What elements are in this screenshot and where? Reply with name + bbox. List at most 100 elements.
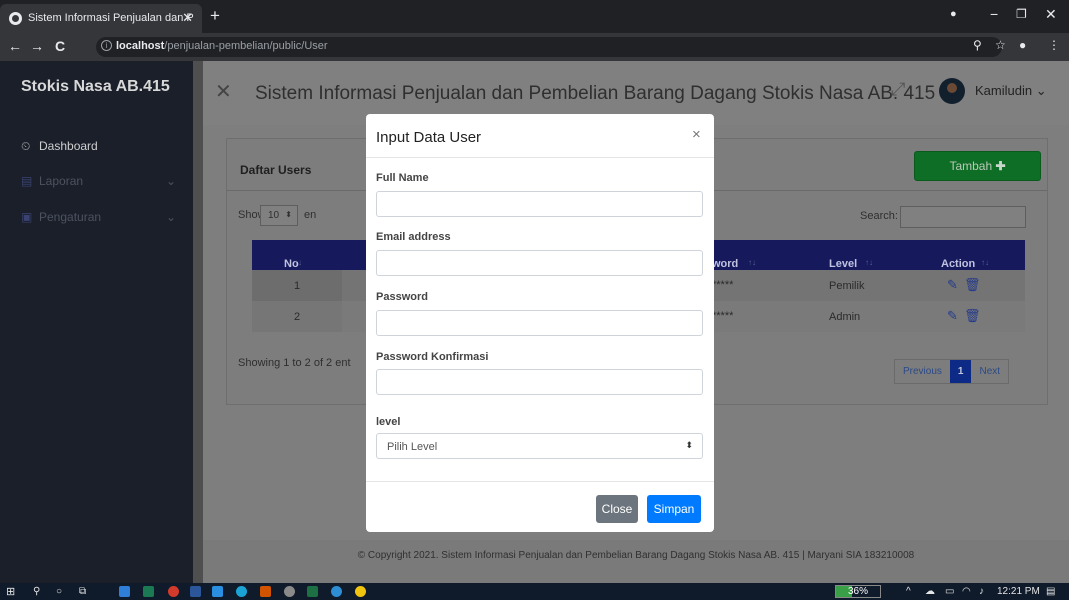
url-path: /penjualan-pembelian/public/User — [164, 40, 328, 52]
profile-menu-icon[interactable]: ● — [950, 8, 957, 20]
word-icon[interactable] — [190, 586, 201, 597]
cortana-icon[interactable]: ○ — [56, 586, 62, 597]
taskbar: ⊞ ⚲ ○ ⧉ 36% ^ ☁ ▭ ◠ ♪ 12:21 PM ▤ — [0, 583, 1069, 600]
settings-icon: ▣ — [21, 210, 33, 224]
email-label: Email address — [376, 231, 451, 243]
sidebar: Stokis Nasa AB.415 ⏲ Dashboard ▤ Laporan ⌄… — [0, 61, 193, 583]
windows-start-icon[interactable]: ⊞ — [6, 585, 15, 598]
add-user-button[interactable]: Tambah ✚ — [914, 151, 1041, 181]
sidebar-item-pengaturan[interactable]: ▣ Pengaturan ⌄ — [21, 210, 181, 224]
globe-icon — [9, 12, 22, 25]
level-selected: Pilih Level — [387, 441, 438, 453]
save-button[interactable]: Simpan — [647, 495, 701, 523]
url-host: localhost — [116, 40, 165, 52]
url-input[interactable]: i localhost/penjualan-pembelian/public/U… — [96, 37, 1002, 57]
email-field[interactable] — [376, 250, 703, 276]
footer: © Copyright 2021. Sistem Informasi Penju… — [203, 540, 1069, 583]
password-field[interactable] — [376, 310, 703, 336]
pagination-next[interactable]: Next — [971, 360, 1008, 383]
chrome-icon[interactable] — [168, 586, 179, 597]
cell-level: Admin — [829, 311, 861, 323]
delete-icon[interactable]: 🗑 — [964, 277, 981, 293]
avatar[interactable] — [939, 78, 965, 104]
cell-no: 2 — [252, 301, 342, 332]
reload-icon[interactable]: C — [55, 38, 65, 54]
full-name-field[interactable] — [376, 191, 703, 217]
orange-app-icon[interactable] — [260, 586, 271, 597]
toggle-sidebar-icon[interactable]: ✕ — [215, 79, 232, 104]
pagination-previous[interactable]: Previous — [895, 360, 950, 383]
sidebar-item-dashboard[interactable]: ⏲ Dashboard — [21, 139, 98, 154]
password-label: Password — [376, 291, 428, 303]
pagination-page-1[interactable]: 1 — [949, 360, 972, 383]
app-icon[interactable] — [284, 586, 295, 597]
edit-icon[interactable]: ✎ — [947, 308, 958, 324]
yellow-app-icon[interactable] — [355, 586, 366, 597]
battery-indicator[interactable]: 36% — [835, 585, 881, 598]
menu-icon[interactable]: ⋮ — [1048, 38, 1060, 52]
edge-icon[interactable] — [236, 586, 247, 597]
info-icon[interactable]: i — [101, 40, 112, 51]
close-button[interactable]: Close — [596, 495, 638, 523]
address-bar: ← → C i localhost/penjualan-pembelian/pu… — [0, 33, 1069, 61]
search-icon[interactable]: ⚲ — [33, 586, 40, 597]
restore-icon[interactable]: ❐ — [1016, 7, 1027, 21]
vscode-icon[interactable] — [212, 586, 223, 597]
column-label: word — [712, 258, 739, 270]
pagination: Previous 1 Next — [894, 359, 1010, 384]
task-view-icon[interactable]: ⧉ — [79, 586, 86, 597]
sort-icon: ↑↓ — [865, 258, 873, 267]
window-close-icon[interactable]: ✕ — [1045, 6, 1057, 23]
new-tab-button[interactable]: + — [210, 6, 220, 26]
page-length-value: 10 — [268, 210, 280, 221]
sidebar-item-laporan[interactable]: ▤ Laporan ⌄ — [21, 174, 181, 188]
cell-level: Pemilik — [829, 280, 865, 292]
telegram-icon[interactable] — [331, 586, 342, 597]
select-arrows-icon: ⬍ — [285, 210, 292, 219]
chevron-down-icon: ⌄ — [166, 174, 177, 188]
display-icon[interactable]: ▭ — [945, 586, 954, 597]
password-confirm-label: Password Konfirmasi — [376, 351, 489, 363]
forward-icon[interactable]: → — [30, 38, 44, 54]
file-explorer-icon[interactable] — [143, 586, 154, 597]
tray-chevron-icon[interactable]: ^ — [906, 586, 911, 597]
zoom-icon[interactable]: ⚲ — [973, 38, 982, 52]
delete-icon[interactable]: 🗑 — [964, 308, 981, 324]
level-select[interactable]: Pilih Level ⬍ — [376, 433, 703, 459]
wifi-icon[interactable]: ◠ — [962, 586, 971, 597]
entries-label: en — [304, 209, 317, 221]
column-label: Level — [829, 258, 858, 270]
excel-icon[interactable] — [307, 586, 318, 597]
sort-icon: ↑↓ — [748, 258, 756, 267]
clock[interactable]: 12:21 PM — [997, 586, 1040, 597]
back-icon[interactable]: ← — [8, 38, 22, 54]
sidebar-item-label: Laporan — [39, 174, 84, 188]
fullscreen-icon[interactable]: ⤢ — [891, 79, 905, 100]
column-label: Action — [941, 258, 976, 270]
sort-icon: ↑↓ — [981, 258, 989, 267]
app-l-icon[interactable] — [119, 586, 130, 597]
tab-close-icon[interactable]: ✕ — [182, 10, 193, 26]
account-icon[interactable]: ● — [1019, 38, 1026, 52]
user-name: Kamiludin — [975, 83, 1033, 98]
modal-header: Input Data User × — [366, 114, 714, 158]
chevron-down-icon: ⌄ — [166, 210, 177, 224]
volume-icon[interactable]: ♪ — [979, 586, 984, 597]
brand: Stokis Nasa AB.415 — [21, 78, 170, 95]
notification-icon[interactable]: ▤ — [1046, 586, 1055, 597]
sidebar-scrollbar[interactable] — [193, 61, 203, 583]
report-icon: ▤ — [21, 174, 33, 188]
user-menu[interactable]: Kamiludin ⌄ — [975, 83, 1047, 99]
minimize-icon[interactable]: − — [990, 6, 998, 22]
cloud-icon[interactable]: ☁ — [925, 586, 935, 597]
bookmark-star-icon[interactable]: ☆ — [995, 38, 1006, 52]
level-label: level — [376, 416, 401, 428]
page-length-select[interactable]: 10 ⬍ — [260, 205, 298, 226]
search-input[interactable] — [900, 206, 1026, 228]
sidebar-item-label: Pengaturan — [39, 210, 102, 224]
card-title: Daftar Users — [240, 163, 312, 177]
edit-icon[interactable]: ✎ — [947, 277, 958, 293]
close-icon[interactable]: × — [692, 126, 701, 143]
password-confirm-field[interactable] — [376, 369, 703, 395]
browser-tab[interactable]: Sistem Informasi Penjualan dan P ✕ — [0, 4, 202, 33]
